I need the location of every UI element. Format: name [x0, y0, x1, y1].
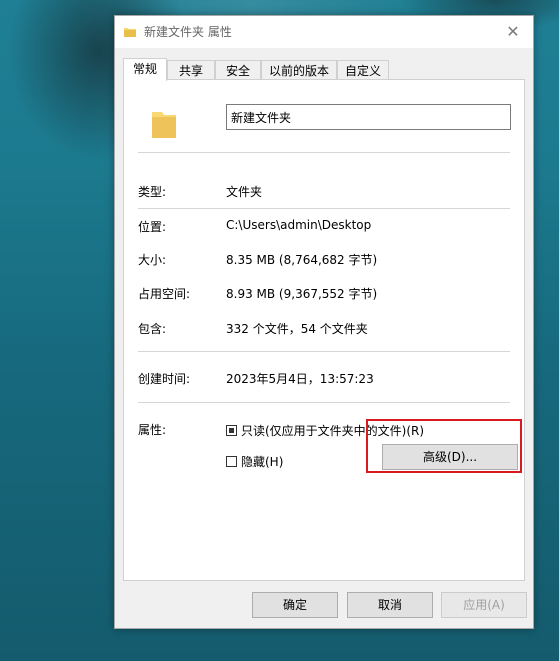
tab-general[interactable]: 常规 — [123, 58, 167, 81]
apply-button[interactable]: 应用(A) — [441, 592, 527, 618]
location-value[interactable]: C:\Users\admin\Desktop — [226, 218, 371, 232]
type-value: 文件夹 — [226, 185, 263, 199]
general-panel: 类型: 文件夹 位置: C:\Users\admin\Desktop 大小: 8… — [123, 79, 525, 581]
cancel-button[interactable]: 取消 — [347, 592, 433, 618]
attributes-label: 属性: — [138, 423, 167, 437]
close-button[interactable]: ✕ — [493, 16, 533, 48]
disk-size-value: 8.93 MB (9,367,552 字节) — [226, 287, 378, 301]
hidden-label: 隐藏(H) — [241, 455, 284, 469]
disk-size-label: 占用空间: — [138, 287, 191, 301]
type-label: 类型: — [138, 185, 167, 199]
separator — [138, 208, 510, 209]
created-value: 2023年5月4日，13:57:23 — [226, 372, 374, 386]
tab-customize[interactable]: 自定义 — [337, 60, 389, 80]
separator — [138, 402, 510, 403]
hidden-checkbox-row[interactable]: 隐藏(H) — [226, 453, 283, 470]
size-value: 8.35 MB (8,764,682 字节) — [226, 253, 378, 267]
tab-previous-versions[interactable]: 以前的版本 — [261, 60, 337, 80]
separator — [138, 152, 510, 153]
ok-button[interactable]: 确定 — [252, 592, 338, 618]
title-bar[interactable]: 新建文件夹 属性 ✕ — [115, 16, 533, 48]
size-label: 大小: — [138, 253, 167, 267]
folder-name-input[interactable] — [226, 104, 511, 130]
folder-icon — [124, 28, 136, 37]
folder-icon — [152, 112, 176, 138]
readonly-checkbox[interactable] — [226, 425, 237, 436]
hidden-checkbox[interactable] — [226, 456, 237, 467]
contains-value: 332 个文件，54 个文件夹 — [226, 322, 368, 336]
contains-label: 包含: — [138, 322, 167, 336]
location-label: 位置: — [138, 220, 167, 234]
tab-security[interactable]: 安全 — [215, 60, 261, 80]
created-label: 创建时间: — [138, 372, 191, 386]
highlight-annotation — [366, 419, 522, 473]
separator — [138, 351, 510, 352]
properties-dialog: 新建文件夹 属性 ✕ 常规 共享 安全 以前的版本 自定义 类型: 文件夹 位置… — [114, 15, 534, 629]
window-title: 新建文件夹 属性 — [144, 25, 232, 39]
tab-sharing[interactable]: 共享 — [167, 60, 215, 80]
